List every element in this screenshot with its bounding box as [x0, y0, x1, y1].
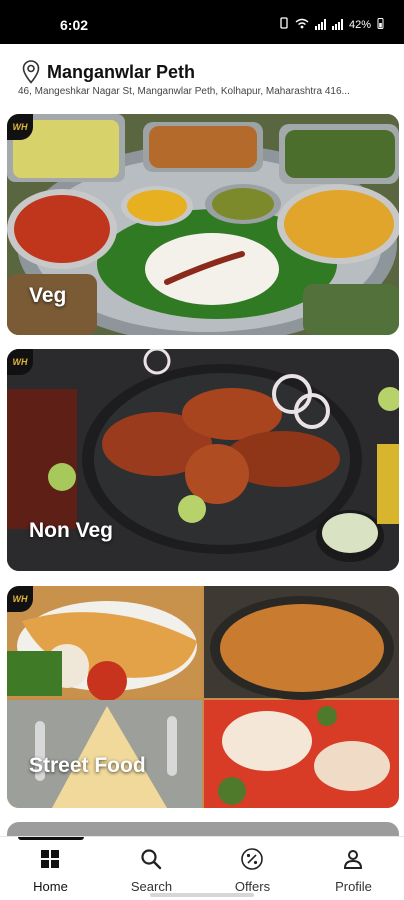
battery-icon [377, 17, 384, 32]
brand-logo-badge: WH [7, 349, 33, 375]
search-icon [141, 849, 162, 870]
home-grid-icon [41, 850, 59, 868]
location-header[interactable]: Manganwlar Peth 46, Mangeshkar Nagar St,… [0, 52, 404, 102]
nav-offers[interactable]: Offers [202, 837, 303, 900]
system-home-indicator[interactable] [150, 893, 254, 897]
nav-label-home: Home [33, 879, 68, 894]
battery-level: 42% [348, 18, 371, 31]
category-card-street-food[interactable]: WH Street Food [7, 586, 399, 808]
brand-logo-badge: WH [7, 586, 33, 612]
brand-logo-badge: WH [7, 114, 33, 140]
profile-icon [343, 850, 363, 869]
percent-badge-icon [241, 848, 263, 870]
category-label-veg: Veg [29, 284, 67, 307]
location-address: 46, Mangeshkar Nagar St, Manganwlar Peth… [18, 86, 350, 97]
bottom-navigation: Home Search Offers Profile [0, 836, 404, 900]
nav-profile[interactable]: Profile [303, 837, 404, 900]
category-label-street-food: Street Food [29, 754, 146, 777]
nav-label-search: Search [130, 879, 173, 894]
signal-icon-2 [331, 19, 343, 30]
category-label-non-veg: Non Veg [29, 519, 114, 542]
nav-active-indicator [18, 837, 84, 840]
category-card-veg[interactable]: WH Veg [7, 114, 399, 335]
nav-label-offers: Offers [234, 879, 271, 894]
wifi-icon [295, 18, 309, 32]
location-title: Manganwlar Peth [47, 62, 196, 82]
location-pin-icon [22, 60, 40, 84]
nav-home[interactable]: Home [0, 837, 101, 900]
signal-icon [314, 19, 326, 30]
status-time: 6:02 [60, 17, 89, 33]
status-icons: 42% [279, 17, 384, 32]
nav-label-profile: Profile [335, 879, 372, 894]
category-card-non-veg[interactable]: WH Non Veg [7, 349, 399, 571]
status-bar: 6:02 42% [0, 0, 404, 44]
nav-search[interactable]: Search [101, 837, 202, 900]
vibrate-icon [279, 17, 289, 32]
